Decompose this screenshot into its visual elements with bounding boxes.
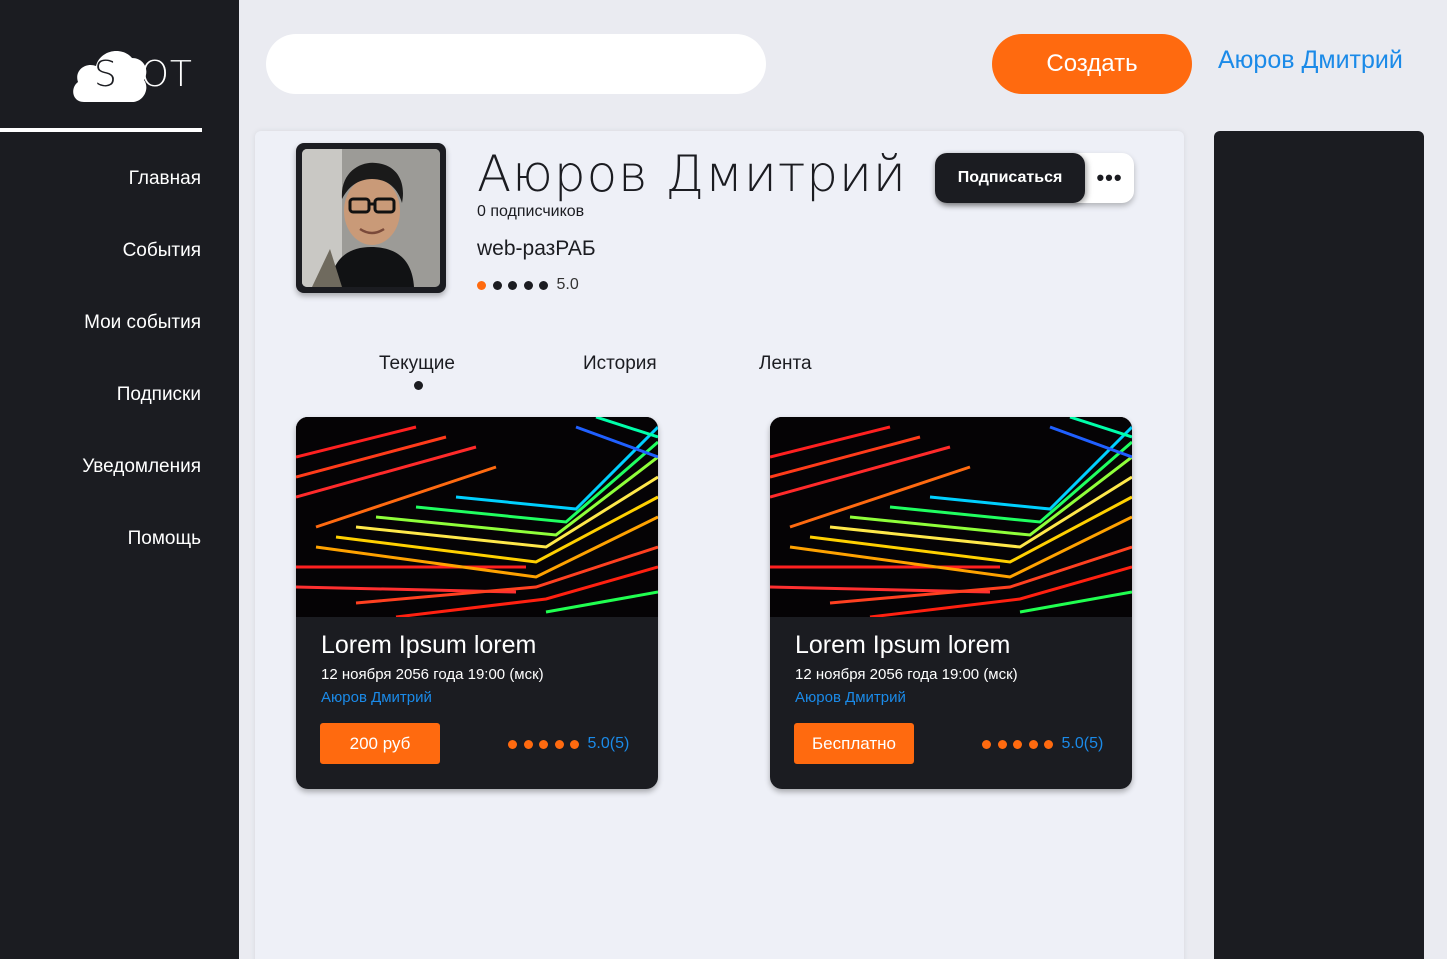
right-panel [1214,131,1424,959]
sidebar-item-notifications[interactable]: Уведомления [82,454,201,526]
profile-tabs: Текущие История Лента [255,353,1184,393]
rating-dot-icon [508,280,517,290]
rating-dot-icon [570,739,579,749]
event-image [296,417,658,619]
rating-dot-icon [982,739,991,749]
sidebar-item-help[interactable]: Помощь [82,526,201,598]
event-title: Lorem Ipsum lorem [321,631,537,659]
price-button[interactable]: Бесплатно [794,723,914,764]
rating-dot-icon [1013,739,1022,749]
rating-value: 5.0 [556,276,579,293]
active-tab-indicator [414,381,423,390]
event-date: 12 ноября 2056 года 19:00 (мск) [321,666,544,683]
event-author-link[interactable]: Аюров Дмитрий [795,689,906,706]
rating-dot-icon [1028,739,1038,749]
tab-history[interactable]: История [583,353,657,375]
sidebar-item-my-events[interactable]: Мои события [82,310,201,382]
tab-feed[interactable]: Лента [759,353,812,375]
rating-dot-icon [492,280,502,290]
subscribe-button[interactable]: Подписаться [935,153,1085,203]
rating-dot-icon [539,739,548,749]
avatar-photo [302,149,440,287]
event-rating: 5.0(5) [982,735,1103,753]
rating-dot-icon [477,280,486,290]
event-author-link[interactable]: Аюров Дмитрий [321,689,432,706]
rating-value: 5.0(5) [587,735,630,752]
search-input[interactable] [266,34,766,94]
rating-dot-icon [523,739,533,749]
logo-divider [0,128,202,132]
rating-value: 5.0(5) [1061,735,1104,752]
profile-profession: web-разРАБ [477,237,596,260]
event-image [770,417,1132,619]
rating-dot-icon [554,739,564,749]
event-card[interactable]: Lorem Ipsum lorem 12 ноября 2056 года 19… [296,417,658,789]
user-profile-link[interactable]: Аюров Дмитрий [1218,46,1403,75]
rating-dot-icon [508,739,517,749]
sidebar-item-subscriptions[interactable]: Подписки [82,382,201,454]
profile-name: Аюров Дмитрий [477,145,907,203]
sidebar-item-home[interactable]: Главная [82,166,201,238]
avatar [296,143,446,293]
more-dots-icon[interactable]: ••• [1085,153,1134,203]
event-card[interactable]: Lorem Ipsum lorem 12 ноября 2056 года 19… [770,417,1132,789]
event-date: 12 ноября 2056 года 19:00 (мск) [795,666,1018,683]
sidebar-item-events[interactable]: События [82,238,201,310]
profile-panel: Аюров Дмитрий 0 подписчиков web-разРАБ 5… [255,131,1184,959]
rating-dot-icon [1044,739,1053,749]
create-button[interactable]: Создать [992,34,1192,94]
subscribe-group: Подписаться ••• [935,153,1134,203]
rating-dot-icon [539,280,548,290]
spot-logo[interactable]: SPOT [70,44,210,106]
sidebar-nav: Главная События Мои события Подписки Уве… [82,166,201,598]
event-rating: 5.0(5) [508,735,629,753]
rating-dot-icon [997,739,1007,749]
price-button[interactable]: 200 руб [320,723,440,764]
tab-current[interactable]: Текущие [379,353,455,375]
logo-text: SPOT [94,54,193,95]
profile-rating: 5.0 [477,276,579,294]
event-title: Lorem Ipsum lorem [795,631,1011,659]
followers-count: 0 подписчиков [477,203,585,220]
rating-dot-icon [523,280,533,290]
sidebar: SPOT Главная События Мои события Подписк… [0,0,239,959]
